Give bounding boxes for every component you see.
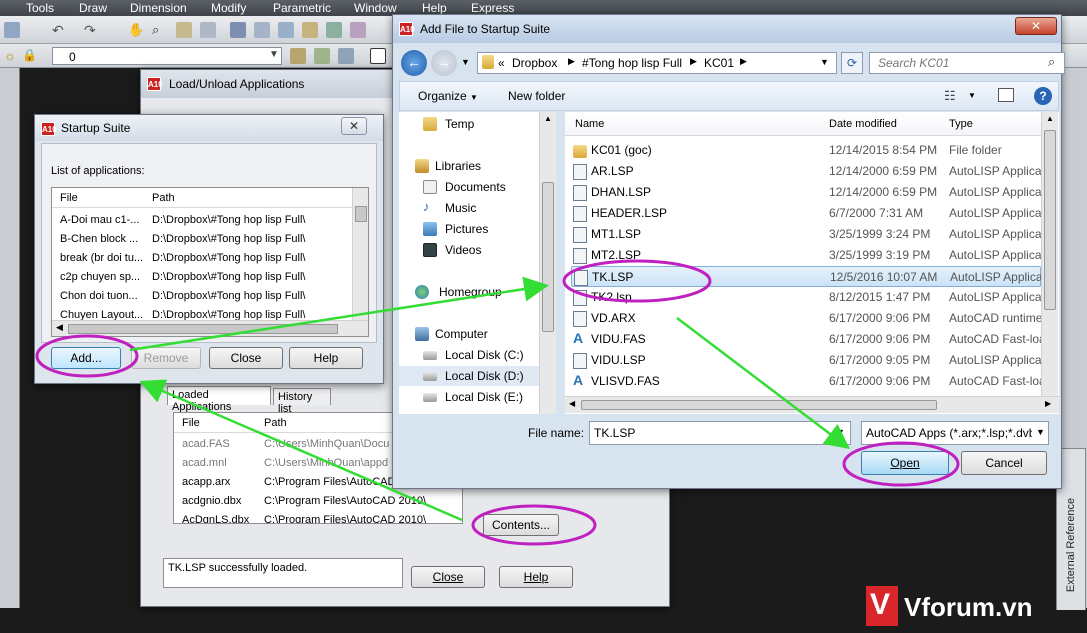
tk-lsp-highlight-ellipse bbox=[562, 259, 712, 303]
annotation-layer bbox=[35, 259, 960, 546]
vforum-logo-mark: V bbox=[870, 588, 891, 621]
vforum-watermark: V Vforum.vn bbox=[866, 586, 1056, 626]
arrow-add-to-file bbox=[129, 276, 549, 352]
vforum-logo-icon: V bbox=[866, 586, 898, 626]
vforum-text: Vforum.vn bbox=[904, 592, 1033, 622]
open-highlight-ellipse bbox=[842, 441, 960, 487]
contents-highlight-ellipse bbox=[471, 504, 597, 546]
arrow-file-to-open bbox=[676, 317, 850, 450]
arrow-contents-to-add bbox=[139, 379, 463, 522]
add-highlight-ellipse bbox=[35, 334, 139, 378]
